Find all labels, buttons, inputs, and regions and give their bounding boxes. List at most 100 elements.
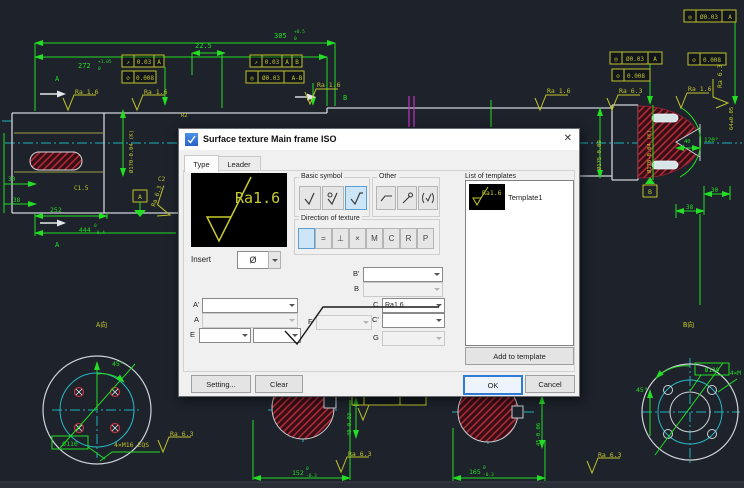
cancel-button[interactable]: Cancel: [525, 375, 575, 393]
direction-m-button[interactable]: M: [366, 228, 383, 249]
cad-annotation: B: [648, 188, 652, 196]
tab-type[interactable]: Type: [184, 155, 219, 172]
cad-annotation: 252: [50, 206, 62, 214]
basic-symbol-label: Basic symbol: [299, 173, 344, 180]
other-label: Other: [377, 173, 399, 180]
field-aprime-label: A': [193, 300, 199, 309]
field-b-combo: [363, 282, 443, 297]
cad-annotation: Ø0.03: [700, 14, 718, 21]
template-thumbnail: Ra1.6: [469, 184, 505, 210]
cad-annotation: +0.5: [294, 29, 305, 35]
clear-button[interactable]: Clear: [255, 375, 303, 393]
direction-perpendicular-button[interactable]: ⊥: [332, 228, 349, 249]
cad-annotation: 0: [94, 223, 97, 229]
cad-annotation: 38: [686, 204, 694, 211]
template-list-item[interactable]: Ra1.6 Template1: [469, 184, 543, 210]
chevron-down-icon: [432, 270, 442, 279]
direction-crossed-button[interactable]: ×: [349, 228, 366, 249]
templates-label: List of templates: [465, 173, 516, 180]
cad-annotation: 120°: [704, 137, 718, 144]
cad-annotation: A-B: [292, 75, 303, 82]
cad-annotation: A: [138, 193, 142, 201]
direction-r-button[interactable]: R: [400, 228, 417, 249]
field-g-label: G: [373, 333, 379, 342]
cad-annotation: Ø110: [62, 440, 78, 448]
cad-annotation: 0: [483, 465, 486, 471]
field-a-label: A: [194, 315, 199, 324]
cad-annotation: B向: [683, 320, 694, 329]
cad-annotation: 30: [8, 176, 16, 183]
insert-label: Insert: [191, 255, 211, 264]
field-c-combo[interactable]: Ra1.6: [382, 298, 445, 313]
add-to-template-button[interactable]: Add to template: [465, 347, 574, 365]
cad-annotation: 0.008: [627, 73, 645, 80]
cad-annotation: Ra 1.6: [688, 85, 712, 93]
field-b-label: B: [354, 284, 359, 293]
basic-symbol-any-button[interactable]: [299, 186, 321, 210]
cad-annotation: Ra 6.3: [170, 430, 194, 438]
cad-annotation: -0.4: [94, 230, 105, 236]
cad-annotation: +1.05: [98, 59, 112, 65]
cad-annotation: ⊘: [126, 75, 130, 82]
close-icon[interactable]: ✕: [564, 133, 572, 144]
cad-annotation: 0: [98, 66, 101, 72]
cad-annotation: B: [295, 59, 299, 66]
field-c-value: Ra1.6: [385, 302, 404, 309]
ok-button[interactable]: OK: [463, 375, 523, 395]
field-e1-combo[interactable]: [199, 328, 251, 343]
cad-annotation: B: [343, 94, 347, 102]
cad-annotation: 0: [306, 466, 309, 472]
chevron-down-icon: [290, 331, 300, 340]
direction-p-button[interactable]: P: [417, 228, 434, 249]
cad-annotation: Ø170-0.04 (K): [128, 130, 135, 173]
cad-annotation: 40: [684, 139, 691, 145]
cad-annotation: Ø0.03: [262, 75, 280, 82]
direction-none-button[interactable]: [298, 228, 315, 249]
cad-annotation: 305: [274, 32, 287, 40]
other-leader-flat-button[interactable]: [376, 186, 396, 210]
field-bprime-label: B': [353, 269, 359, 278]
cad-annotation: -0.3: [483, 472, 494, 478]
template-thumb-text: Ra1.6: [482, 189, 502, 197]
cad-annotation: 64±0.05: [729, 107, 735, 130]
cad-annotation: Ø170-0.04 (K): [646, 130, 653, 173]
cad-annotation: 165: [469, 468, 481, 476]
dialog-title: Surface texture Main frame ISO: [203, 134, 337, 144]
cad-annotation: C2: [158, 176, 166, 183]
field-e2-combo[interactable]: [253, 328, 301, 343]
cad-annotation: 0.008: [136, 75, 154, 82]
cad-annotation: 45°: [112, 360, 124, 368]
cad-annotation: 0.008: [703, 57, 721, 64]
basic-symbol-removal-button[interactable]: [322, 186, 344, 210]
dialog-icon: [185, 133, 198, 146]
app-window: 272+1.050305+0.5022.5AAB30382524440-0.44…: [0, 0, 744, 488]
cad-annotation: Ra 6.3: [716, 64, 724, 88]
cad-annotation: 272: [78, 62, 91, 70]
surface-texture-dialog: Surface texture Main frame ISO ✕ Type Le…: [178, 128, 580, 397]
field-bprime-combo[interactable]: [363, 267, 443, 282]
basic-symbol-no-removal-button[interactable]: [345, 186, 367, 210]
cad-annotation: A: [285, 59, 289, 66]
templates-listbox[interactable]: Ra1.6 Template1: [465, 180, 574, 346]
field-e-label: E: [190, 330, 195, 339]
other-leader-flag-button[interactable]: [397, 186, 417, 210]
direction-c-button[interactable]: C: [383, 228, 400, 249]
setting-button[interactable]: Setting...: [191, 375, 251, 393]
cad-annotation: 22.5: [195, 42, 212, 50]
symbol-preview: Ra1.6: [191, 173, 287, 247]
field-aprime-combo[interactable]: [202, 298, 298, 313]
cad-annotation: Ø175-0.09: [596, 140, 603, 170]
chevron-down-icon: [434, 301, 444, 310]
cad-annotation: 444: [79, 226, 91, 234]
insert-dropdown-button[interactable]: [268, 251, 281, 269]
field-cprime-combo[interactable]: [382, 313, 445, 328]
chevron-down-icon: [361, 318, 371, 327]
preview-text: Ra1.6: [235, 189, 280, 207]
direction-parallel-button[interactable]: =: [315, 228, 332, 249]
chevron-down-icon: [434, 316, 444, 325]
insert-combo[interactable]: Ø: [237, 251, 269, 269]
cad-annotation: Ra 1.6: [547, 87, 571, 95]
cad-annotation: 0.03: [137, 59, 152, 66]
field-f-combo: [316, 315, 372, 330]
other-all-around-button[interactable]: [418, 186, 438, 210]
